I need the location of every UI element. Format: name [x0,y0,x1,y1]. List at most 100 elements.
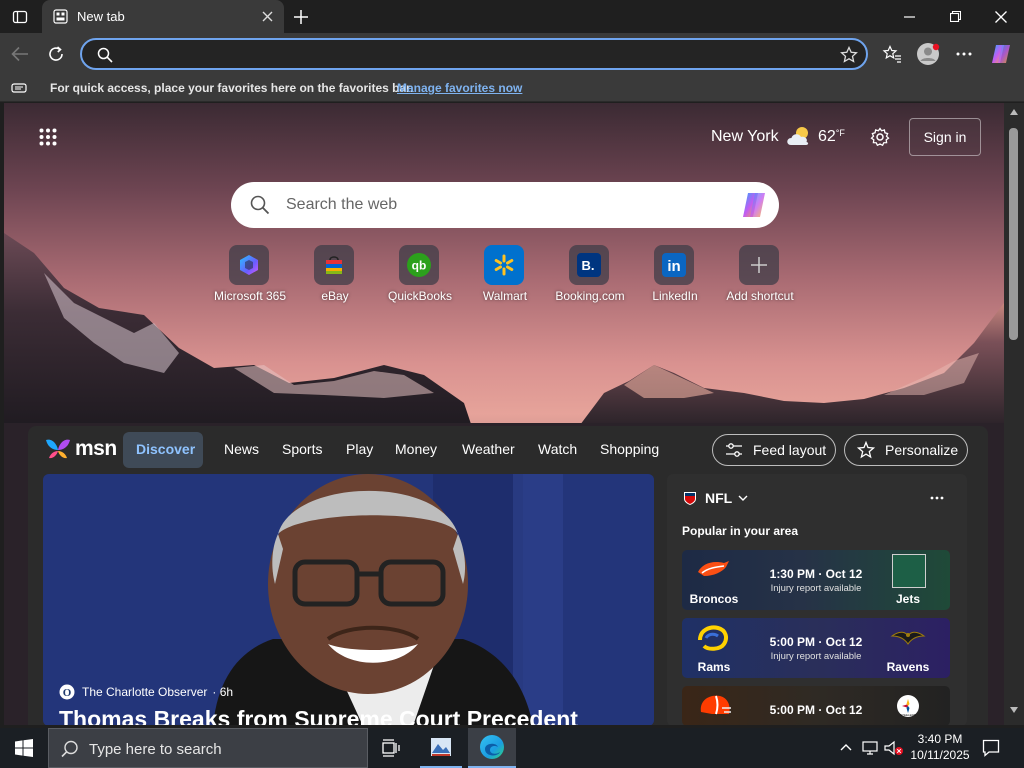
shortcut-label: Microsoft 365 [213,289,287,303]
shortcut-tile: B. [569,245,609,285]
game-rams-ravens[interactable]: Rams 5:00 PM · Oct 12 Injury report avai… [682,618,950,678]
shortcut-tile: qb [399,245,439,285]
taskbar-clock[interactable]: 3:40 PM 10/11/2025 [905,731,975,763]
nav-sports[interactable]: Sports [282,441,322,457]
start-button[interactable] [0,728,48,768]
tab-new-tab[interactable]: New tab [42,0,284,33]
minimize-button[interactable] [886,0,932,33]
tab-actions-button[interactable] [8,6,32,28]
broncos-logo-icon [698,561,729,576]
shortcut-tile [229,245,269,285]
home-team-name: Broncos [689,592,739,606]
task-view-icon [382,739,400,757]
shortcut-tile: in [654,245,694,285]
taskbar-search-placeholder: Type here to search [89,741,222,758]
msn-feed: msn Discover News Sports Play Money Weat… [28,426,988,725]
search-icon [61,740,78,758]
gear-icon [870,127,890,147]
search-icon [97,47,113,63]
chevron-down-icon[interactable] [738,495,748,502]
taskbar-search-box[interactable]: Type here to search [48,728,368,768]
show-hidden-icons-chevron-icon[interactable] [840,743,852,751]
game-browns-steelers[interactable]: 5:00 PM · Oct 12 STEELERS [682,686,950,725]
nav-play[interactable]: Play [346,441,373,457]
personalize-button[interactable]: Personalize [844,434,968,466]
shortcut-linkedin[interactable]: in LinkedIn [630,245,720,307]
volume-muted-icon[interactable] [884,740,904,756]
back-button[interactable] [5,39,35,69]
svg-text:qb: qb [412,259,427,273]
page-settings-button[interactable] [866,123,894,151]
away-team-name: Ravens [886,660,930,674]
scrollbar-thumb[interactable] [1009,128,1018,340]
favorites-bar-info-icon [11,83,27,93]
network-icon[interactable] [862,740,880,756]
apps-grid-icon [39,128,57,146]
manage-favorites-link[interactable]: Manage favorites now [397,81,522,95]
shortcut-label: Walmart [482,289,528,303]
more-dots-icon [956,52,972,56]
microsoft365-icon [240,255,258,275]
charlotte-observer-logo-icon: O [59,684,75,700]
away-team-name: Jets [895,592,921,606]
settings-more-button[interactable] [949,39,979,69]
shortcut-walmart[interactable]: Walmart [460,245,550,307]
game-note: Injury report available [770,583,862,594]
copilot-icon[interactable] [739,191,769,219]
page-scrollbar[interactable] [1004,103,1024,725]
minimize-icon [903,16,915,18]
restore-button[interactable] [932,0,978,33]
weather-temperature[interactable]: 62°F [818,128,845,146]
refresh-button[interactable] [41,39,71,69]
shortcut-quickbooks[interactable]: qb QuickBooks [375,245,465,307]
taskbar-app-edge[interactable] [468,728,516,768]
web-search-box[interactable]: Search the web [231,182,779,228]
hero-article[interactable]: O The Charlotte Observer · 6h Thomas Bre… [43,474,654,725]
nav-watch[interactable]: Watch [538,441,577,457]
jets-logo-placeholder [892,554,926,588]
shortcut-ebay[interactable]: eBay [290,245,380,307]
copilot-icon [992,45,1010,63]
browser-toolbar [0,33,1024,75]
linkedin-icon: in [662,253,686,277]
close-window-button[interactable] [978,0,1024,33]
sign-in-button[interactable]: Sign in [909,118,981,156]
weather-city[interactable]: New York [711,128,779,146]
new-tab-button[interactable] [288,5,314,29]
notifications-icon[interactable] [982,739,1000,757]
copilot-button[interactable] [986,39,1016,69]
booking-icon: B. [577,253,601,277]
close-tab-icon[interactable] [262,11,273,22]
favorite-star-icon[interactable] [840,46,858,64]
task-view-button[interactable] [372,728,412,768]
new-tab-page-icon [53,9,68,24]
feed-layout-button[interactable]: Feed layout [712,434,836,466]
address-bar[interactable] [80,38,868,70]
scroll-down-arrow-icon[interactable] [1010,707,1018,713]
nav-discover[interactable]: Discover [136,441,195,457]
more-options-icon[interactable] [930,496,944,500]
shortcut-microsoft365[interactable]: Microsoft 365 [205,245,295,307]
plus-icon [751,257,767,273]
partly-cloudy-icon [787,127,809,145]
favorites-button[interactable] [877,39,907,69]
new-tab-page: New York 62°F Sign in Search the web Mic… [4,103,1004,725]
taskbar-app-image-viewer[interactable] [420,728,462,768]
profile-button[interactable] [913,39,943,69]
nfl-league-selector[interactable]: NFL [705,490,732,506]
nav-money[interactable]: Money [395,441,437,457]
msn-logo[interactable]: msn [44,435,117,463]
weather-temp-value: 62 [818,128,836,145]
apps-launcher-button[interactable] [34,123,62,151]
hero-source-name: The Charlotte Observer [82,685,208,699]
shortcut-booking[interactable]: B. Booking.com [545,245,635,307]
add-shortcut[interactable]: Add shortcut [715,245,805,307]
hero-title[interactable]: Thomas Breaks from Supreme Court Precede… [59,706,578,725]
scroll-up-arrow-icon[interactable] [1010,109,1018,115]
nav-weather[interactable]: Weather [462,441,515,457]
nav-news[interactable]: News [224,441,259,457]
nav-shopping[interactable]: Shopping [600,441,659,457]
game-broncos-jets[interactable]: Broncos 1:30 PM · Oct 12 Injury report a… [682,550,950,610]
svg-text:B.: B. [582,258,595,273]
shortcut-label: eBay [321,289,349,303]
